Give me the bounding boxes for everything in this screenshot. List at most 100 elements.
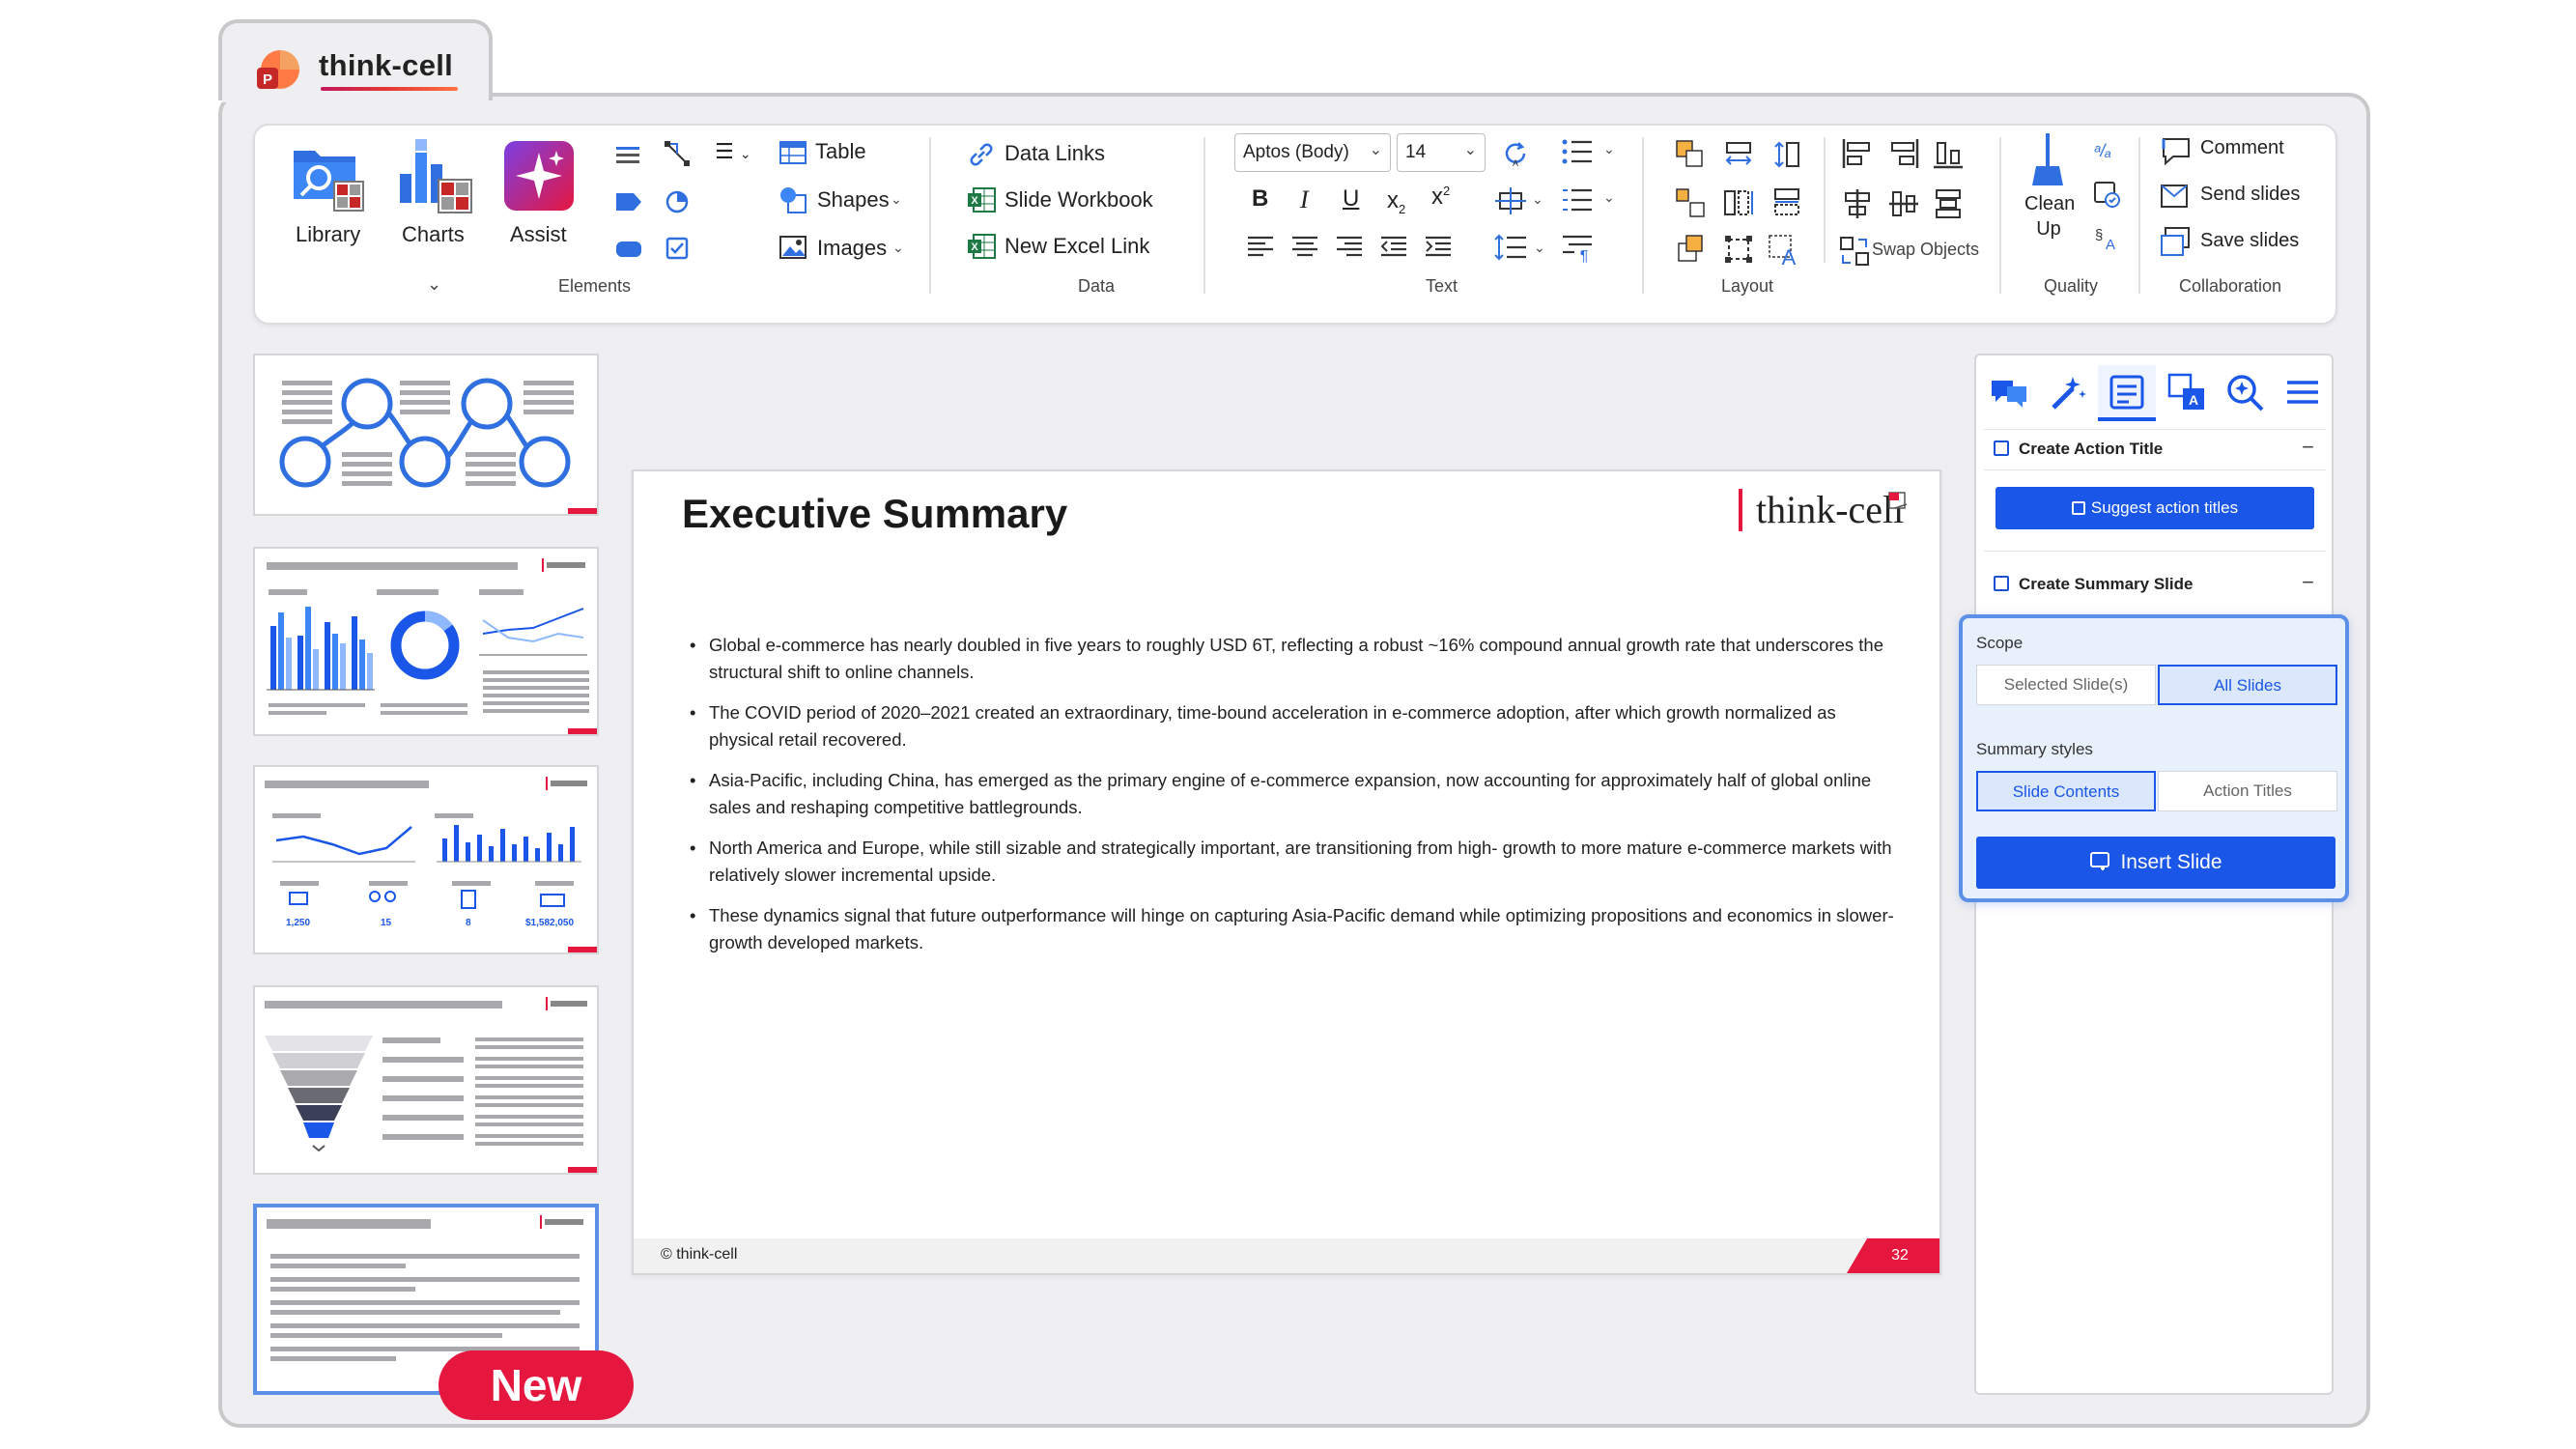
- checkbox-icon[interactable]: [665, 236, 690, 261]
- bullet-list-chevron-icon[interactable]: ⌄: [1603, 141, 1615, 157]
- chat-icon[interactable]: [1986, 369, 2032, 415]
- send-slides-icon[interactable]: [2160, 180, 2193, 213]
- menu-icon[interactable]: [2279, 369, 2326, 415]
- style-action-titles-option[interactable]: Action Titles: [2158, 771, 2337, 811]
- summary-bullet-list[interactable]: Global e-commerce has nearly doubled in …: [688, 632, 1895, 970]
- line-spacing-icon[interactable]: [1493, 232, 1528, 263]
- spell-check-icon[interactable]: §A: [2092, 224, 2121, 253]
- scope-all-slides-option[interactable]: All Slides: [2158, 665, 2337, 705]
- collapse-summary-slide-icon[interactable]: −: [2302, 570, 2314, 595]
- line-spacing-chevron-icon[interactable]: ⌄: [1534, 240, 1545, 256]
- align-right-icon[interactable]: [1335, 234, 1364, 259]
- align-left-edges-icon[interactable]: [1841, 137, 1874, 170]
- clean-up-broom-icon[interactable]: [2030, 131, 2065, 189]
- margins-chevron-icon[interactable]: ⌄: [1532, 191, 1543, 208]
- suggest-action-titles-button[interactable]: Suggest action titles: [1996, 487, 2314, 529]
- harvey-ball-icon[interactable]: [665, 189, 690, 214]
- list-menu-icon[interactable]: ☰ ⌄: [715, 139, 751, 164]
- slide-thumbnail-3[interactable]: 1,250 15 8 $1,582,050: [253, 765, 599, 954]
- new-excel-link-button[interactable]: New Excel Link: [1005, 234, 1149, 259]
- bullet-item[interactable]: These dynamics signal that future outper…: [688, 902, 1895, 956]
- comment-button[interactable]: Comment: [2200, 137, 2284, 159]
- insert-slide-button[interactable]: Insert Slide: [1976, 837, 2335, 889]
- bullet-item[interactable]: North America and Europe, while still si…: [688, 835, 1895, 889]
- subscript-icon[interactable]: x2: [1387, 187, 1405, 216]
- text-box-icon[interactable]: [614, 143, 641, 166]
- underline-button[interactable]: U: [1343, 185, 1359, 213]
- images-icon[interactable]: [778, 234, 807, 261]
- assist-sparkle-icon[interactable]: [504, 141, 574, 211]
- distribute-vertically-icon[interactable]: [1932, 187, 1965, 220]
- images-button[interactable]: Images: [817, 236, 887, 261]
- slide-thumbnail-4[interactable]: [253, 985, 599, 1175]
- bullet-item[interactable]: Global e-commerce has nearly doubled in …: [688, 632, 1895, 686]
- stretch-width-icon[interactable]: [1723, 139, 1754, 170]
- create-action-title-header[interactable]: Create Action Title: [2019, 440, 2163, 459]
- create-summary-slide-header[interactable]: Create Summary Slide: [2019, 575, 2193, 594]
- text-box-margins-icon[interactable]: [1493, 185, 1528, 216]
- magic-wand-icon[interactable]: [2044, 369, 2090, 415]
- swap-objects-icon[interactable]: [1839, 236, 1870, 267]
- save-slides-button[interactable]: Save slides: [2200, 230, 2299, 252]
- translate-icon[interactable]: A: [2164, 369, 2210, 415]
- align-right-edges-icon[interactable]: [1887, 137, 1920, 170]
- slide-title[interactable]: Executive Summary: [682, 491, 1067, 537]
- slide-thumbnail-2[interactable]: [253, 547, 599, 736]
- slide-thumbnail-1[interactable]: [253, 354, 599, 516]
- same-size-icon[interactable]: [1675, 187, 1706, 218]
- send-slides-button[interactable]: Send slides: [2200, 184, 2300, 206]
- slide-workbook-button[interactable]: Slide Workbook: [1005, 187, 1153, 213]
- align-middles-icon[interactable]: [1887, 187, 1920, 220]
- arrange-front-icon[interactable]: [1675, 234, 1706, 265]
- replace-formatting-icon[interactable]: ᵃ/ₐ: [2092, 139, 2121, 162]
- paragraph-spacing-icon[interactable]: ¶: [1561, 232, 1594, 263]
- refresh-font-icon[interactable]: A: [1501, 139, 1530, 168]
- rounded-rect-shape-icon[interactable]: [614, 238, 643, 261]
- align-centers-icon[interactable]: [1841, 187, 1874, 220]
- bullet-list-icon[interactable]: [1561, 137, 1594, 166]
- increase-indent-icon[interactable]: [1424, 234, 1453, 259]
- text-fit-icon[interactable]: A: [1768, 234, 1802, 267]
- table-button[interactable]: Table: [815, 139, 866, 164]
- images-chevron-icon[interactable]: ⌄: [892, 240, 904, 256]
- numbered-list-icon[interactable]: [1561, 185, 1594, 214]
- check-slide-icon[interactable]: [2092, 180, 2121, 209]
- same-height-icon[interactable]: [1723, 187, 1754, 218]
- data-links-icon[interactable]: [968, 141, 995, 168]
- align-left-icon[interactable]: [1246, 234, 1275, 259]
- bullet-item[interactable]: The COVID period of 2020–2021 created an…: [688, 699, 1895, 753]
- library-icon[interactable]: [290, 141, 369, 220]
- italic-button[interactable]: I: [1300, 185, 1309, 214]
- superscript-icon[interactable]: x2: [1431, 184, 1450, 211]
- charts-more-chevron-icon[interactable]: ⌄: [427, 274, 441, 295]
- summary-slide-icon[interactable]: [2104, 369, 2150, 415]
- search-insights-icon[interactable]: [2222, 369, 2268, 415]
- bullet-item[interactable]: Asia-Pacific, including China, has emerg…: [688, 767, 1895, 821]
- table-icon[interactable]: [778, 139, 807, 166]
- slide-canvas[interactable]: Executive Summary think-cell Global e-co…: [632, 469, 1941, 1275]
- comment-icon[interactable]: [2160, 135, 2193, 166]
- same-width-icon[interactable]: [1771, 187, 1802, 218]
- collapse-action-title-icon[interactable]: −: [2302, 435, 2314, 460]
- stretch-height-icon[interactable]: [1771, 139, 1802, 170]
- new-excel-link-icon[interactable]: X: [966, 232, 997, 261]
- library-button[interactable]: Library: [296, 222, 360, 247]
- fit-grid-icon[interactable]: [1723, 234, 1754, 265]
- tag-shape-icon[interactable]: [614, 189, 643, 214]
- connector-icon[interactable]: [663, 139, 692, 168]
- scope-selected-slides-option[interactable]: Selected Slide(s): [1976, 665, 2156, 705]
- shapes-button[interactable]: Shapes: [817, 187, 890, 213]
- numbered-list-chevron-icon[interactable]: ⌄: [1603, 189, 1615, 206]
- align-center-icon[interactable]: [1290, 234, 1319, 259]
- font-size-select[interactable]: 14 ⌄: [1397, 133, 1486, 172]
- clean-up-button[interactable]: Clean Up: [2024, 191, 2075, 242]
- bold-button[interactable]: B: [1252, 185, 1268, 213]
- charts-icon[interactable]: [396, 135, 477, 216]
- charts-button[interactable]: Charts: [402, 222, 465, 247]
- swap-objects-button[interactable]: Swap Objects: [1872, 240, 1979, 260]
- align-bottom-edges-icon[interactable]: [1932, 137, 1965, 170]
- style-slide-contents-option[interactable]: Slide Contents: [1976, 771, 2156, 811]
- group-objects-icon[interactable]: [1675, 139, 1706, 170]
- slide-workbook-icon[interactable]: X: [966, 185, 997, 214]
- decrease-indent-icon[interactable]: [1379, 234, 1408, 259]
